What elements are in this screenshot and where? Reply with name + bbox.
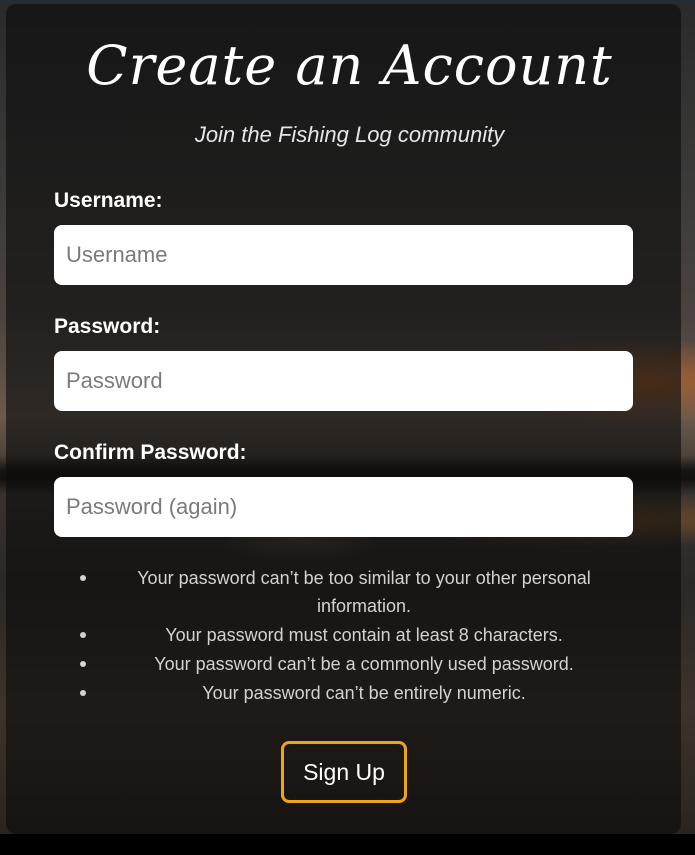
password-label: Password: [54,315,161,338]
list-item: Your password can’t be too similar to yo… [76,564,642,620]
username-input[interactable] [54,225,633,285]
page-title: Create an Account [86,34,613,97]
list-item: Your password can’t be entirely numeric. [76,679,642,707]
help-text: Your password can’t be a commonly used p… [154,654,574,674]
confirm-password-label: Confirm Password: [54,441,247,464]
list-item: Your password must contain at least 8 ch… [76,621,642,649]
password-input[interactable] [54,351,633,411]
help-text: Your password can’t be too similar to yo… [137,568,591,616]
confirm-password-input[interactable] [54,477,633,537]
list-item: Your password can’t be a commonly used p… [76,650,642,678]
bullet-icon [80,661,86,667]
bullet-icon [80,632,86,638]
signup-card: Create an Account Join the Fishing Log c… [6,4,681,834]
bullet-icon [80,690,86,696]
username-label: Username: [54,189,163,212]
help-text: Your password can’t be entirely numeric. [202,683,526,703]
bullet-icon [80,575,86,581]
help-text: Your password must contain at least 8 ch… [165,625,563,645]
password-help-list: Your password can’t be too similar to yo… [76,564,642,708]
sign-up-button[interactable]: Sign Up [281,741,407,803]
page-subtitle: Join the Fishing Log community [194,122,505,147]
